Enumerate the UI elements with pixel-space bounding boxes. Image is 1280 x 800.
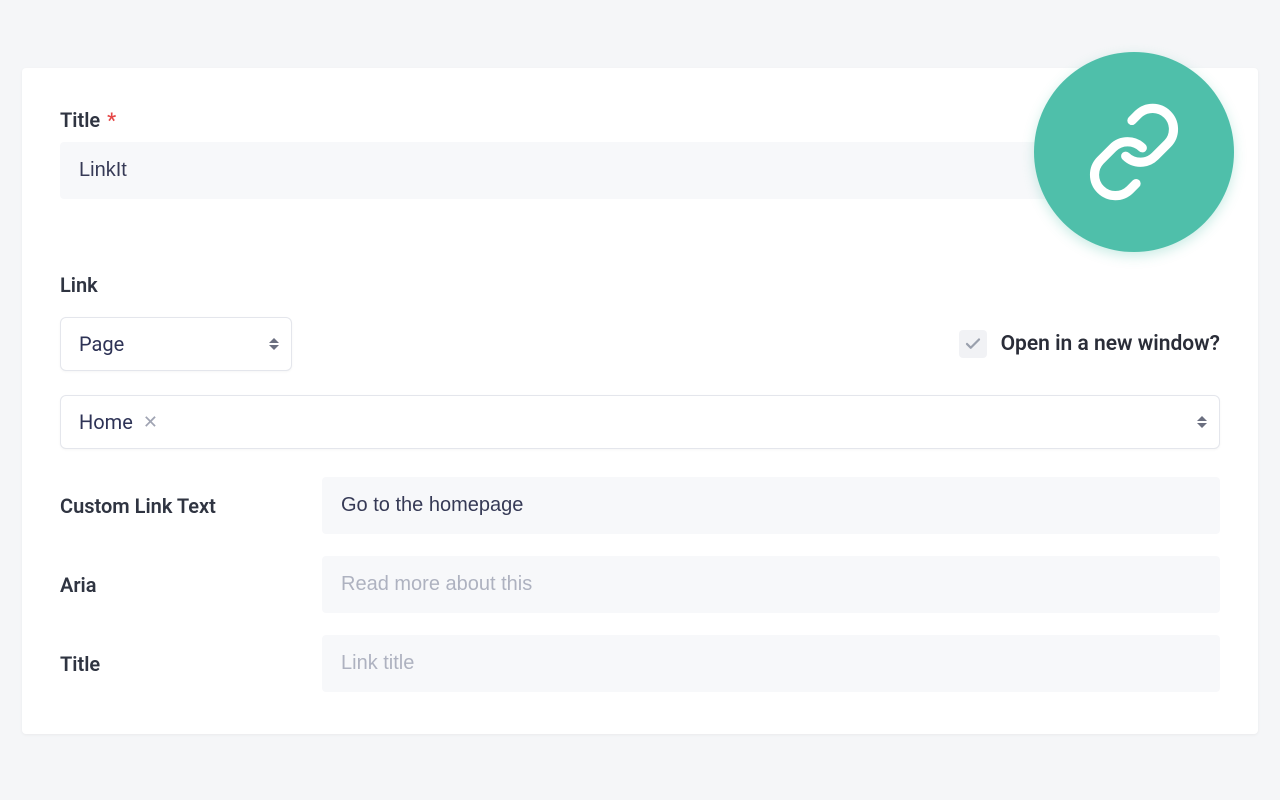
title-attr-row: Title <box>60 635 1220 692</box>
custom-link-text-row: Custom Link Text <box>60 477 1220 534</box>
title-attr-input[interactable] <box>322 635 1220 692</box>
link-badge <box>1034 52 1234 252</box>
aria-label: Aria <box>60 573 322 597</box>
open-new-window-label: Open in a new window? <box>1001 332 1220 356</box>
link-type-value: Page <box>79 332 124 356</box>
link-label: Link <box>60 273 1220 297</box>
page-select[interactable]: Home ✕ <box>60 395 1220 449</box>
required-marker: * <box>107 108 116 132</box>
custom-link-text-label: Custom Link Text <box>60 494 322 518</box>
link-type-select[interactable]: Page <box>60 317 292 371</box>
title-attr-label: Title <box>60 652 322 676</box>
select-stepper-icon <box>1197 416 1207 428</box>
select-stepper-icon <box>269 338 279 350</box>
open-new-window-row: Open in a new window? <box>959 330 1220 358</box>
open-new-window-checkbox[interactable] <box>959 330 987 358</box>
link-icon <box>1084 102 1184 202</box>
title-label-text: Title <box>60 108 100 132</box>
aria-row: Aria <box>60 556 1220 613</box>
clear-page-icon[interactable]: ✕ <box>143 412 158 433</box>
link-row: Page Open in a new window? <box>60 317 1220 371</box>
form-card: Title * Link Page Open in a new window? … <box>22 68 1258 734</box>
custom-link-text-input[interactable] <box>322 477 1220 534</box>
check-icon <box>964 335 982 353</box>
page-select-value: Home <box>79 410 133 434</box>
aria-input[interactable] <box>322 556 1220 613</box>
